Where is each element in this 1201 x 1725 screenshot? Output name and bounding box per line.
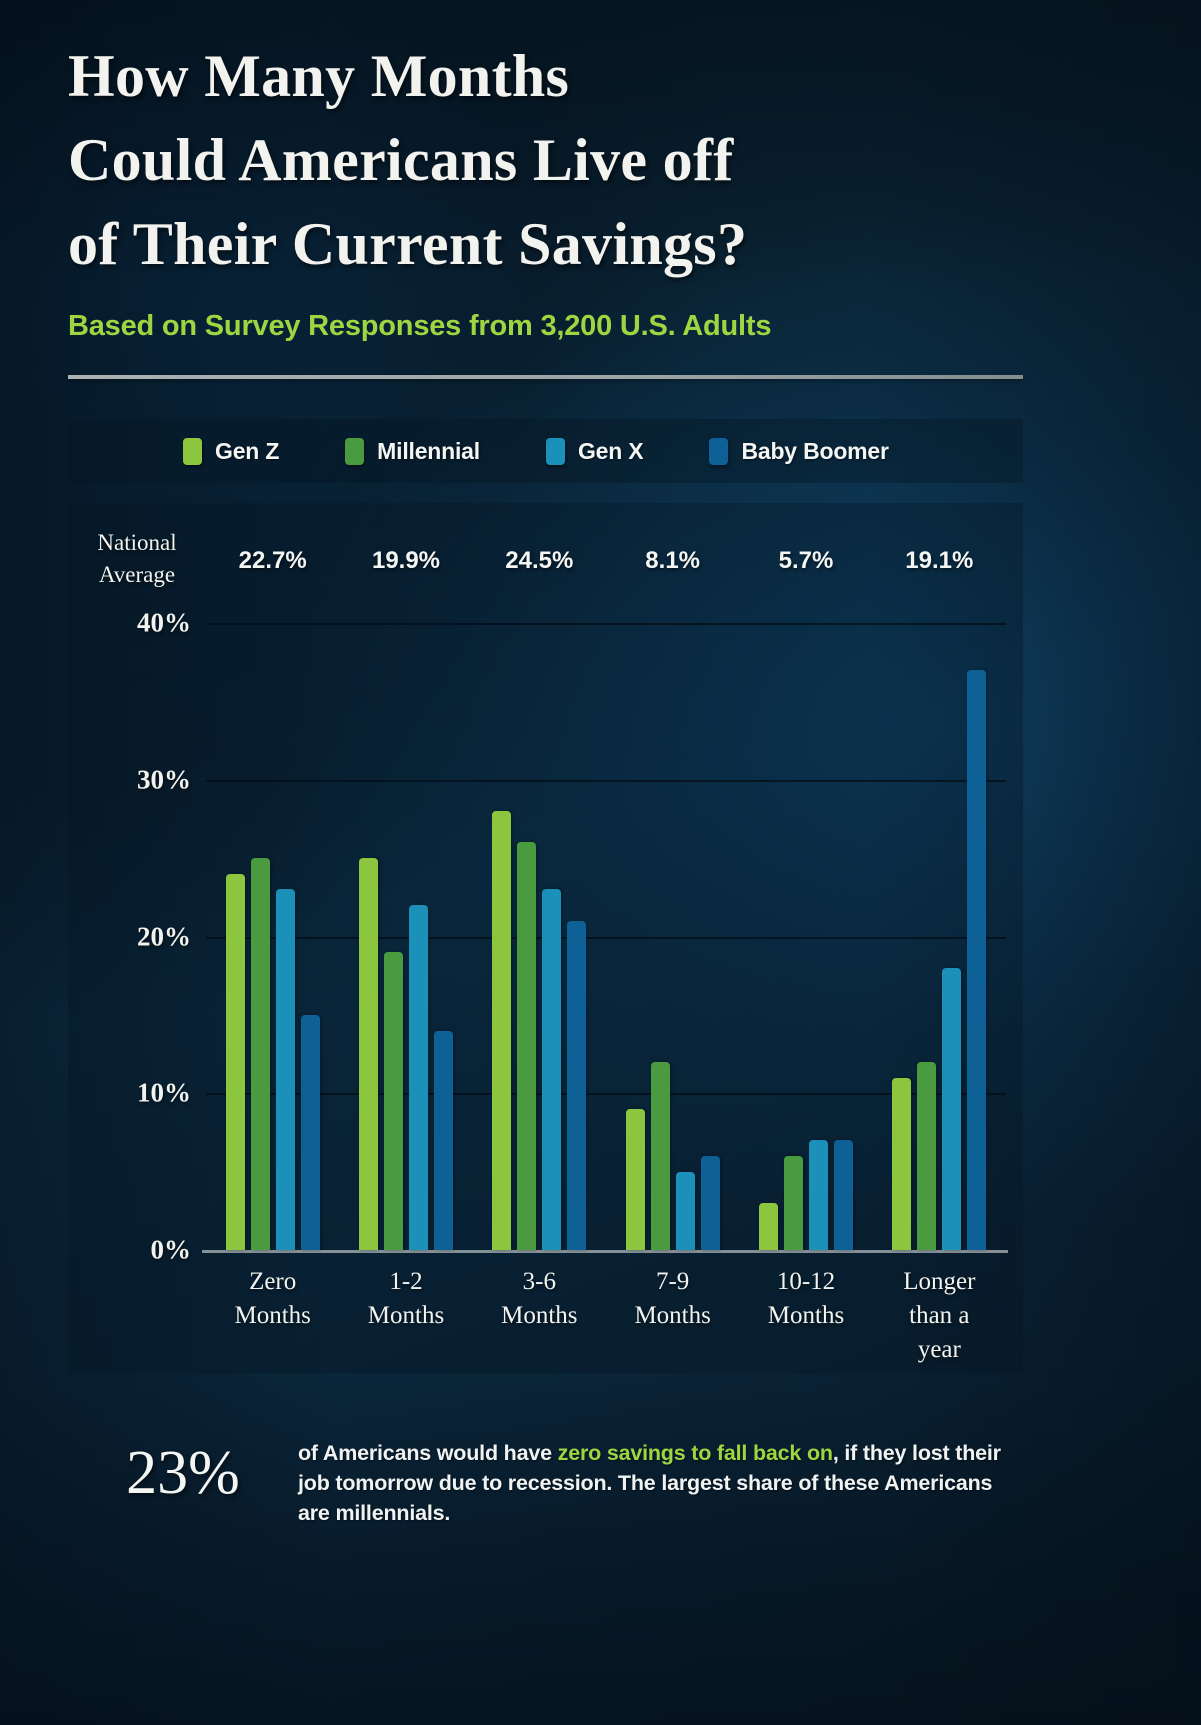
x-axis-label-line: Months — [634, 1302, 711, 1329]
chart-bar[interactable] — [225, 873, 245, 1250]
y-axis-tick-label: 10% — [137, 1077, 191, 1108]
chart-bar[interactable] — [700, 1155, 720, 1250]
national-average-label-line2: Average — [98, 562, 176, 587]
national-average-value: 5.7% — [778, 547, 834, 574]
legend-item-label: Gen X — [577, 437, 644, 464]
x-axis-label-line: 7-9 — [655, 1268, 690, 1295]
national-average-value: 19.9% — [371, 547, 441, 574]
x-axis-label-line: Months — [767, 1302, 845, 1329]
x-axis-category-label: Zero Months — [205, 1265, 341, 1333]
bar-group — [206, 623, 339, 1250]
chart-bar[interactable] — [808, 1140, 828, 1250]
national-average-value: 22.7% — [238, 547, 307, 574]
legend-item-label: Gen Z — [215, 437, 280, 464]
legend-item-label: Baby Boomer — [741, 437, 889, 464]
chart-bar[interactable] — [917, 1061, 937, 1250]
chart-bar[interactable] — [675, 1171, 695, 1250]
chart-bar[interactable] — [542, 889, 562, 1250]
y-axis-tick-label: 0% — [150, 1234, 192, 1265]
bar-group — [339, 623, 472, 1250]
x-axis-label-line: 10-12 — [776, 1268, 836, 1295]
chart-bar[interactable] — [967, 670, 987, 1250]
bar-group — [473, 623, 606, 1250]
legend-swatch-icon — [183, 437, 202, 465]
x-axis-label-line: than a — [909, 1302, 970, 1329]
page-title-line-1: How Many Months — [68, 43, 570, 109]
legend-swatch-icon — [709, 437, 729, 465]
x-axis-category-label: 7-9 Months — [605, 1265, 741, 1333]
national-average-row: National Average 22.7% 19.9% 24.5% 8.1% 5.7%… — [68, 525, 1023, 595]
x-axis-label-line: Longer — [903, 1268, 976, 1295]
x-axis-label-line: 1-2 — [389, 1268, 423, 1295]
x-axis-baseline — [202, 1250, 1008, 1253]
legend-item-label: Millennial — [377, 437, 480, 464]
y-axis-tick-label: 40% — [137, 607, 191, 638]
page-subtitle: Based on Survey Responses from 3,200 U.S… — [68, 310, 772, 342]
chart-bar[interactable] — [833, 1140, 853, 1250]
page-title-line-2: Could Americans Live off — [68, 127, 734, 193]
legend-swatch-icon — [545, 437, 565, 465]
x-axis-label-line: Months — [234, 1302, 311, 1329]
footer-description: of Americans would have zero savings to … — [298, 1425, 1023, 1528]
page-title-line-3: of Their Current Savings? — [68, 211, 748, 277]
legend-swatch-icon — [345, 437, 365, 465]
x-axis-label-line: year — [917, 1336, 961, 1363]
y-axis-tick-label: 30% — [137, 764, 191, 795]
footer-callout: 23% of Americans would have zero savings… — [68, 1425, 1023, 1575]
chart-bar[interactable] — [275, 889, 295, 1250]
footer-text-part1: of Americans would have — [298, 1441, 558, 1465]
x-axis-category-label: 3-6 Months — [471, 1265, 607, 1333]
bar-group — [606, 623, 739, 1250]
x-axis-category-label: 10-12 Months — [738, 1265, 874, 1333]
national-average-value: 24.5% — [505, 547, 574, 574]
legend-item-gen-z[interactable]: Gen Z — [183, 437, 280, 465]
national-average-value: 8.1% — [645, 547, 700, 574]
header: How Many Months Could Americans Live off… — [68, 34, 1028, 344]
x-axis-label-line: Zero — [249, 1268, 297, 1295]
chart-bar[interactable] — [517, 842, 537, 1250]
national-average-label: National Average — [74, 527, 200, 591]
x-axis-label-line: Months — [367, 1302, 445, 1329]
x-axis-category-label: 1-2 Months — [338, 1265, 474, 1333]
national-average-label-line1: National — [97, 530, 177, 555]
chart-bar[interactable] — [492, 811, 512, 1250]
legend-item-millennial[interactable]: Millennial — [345, 437, 480, 465]
national-average-value: 19.1% — [905, 547, 974, 574]
x-axis-label-line: 3-6 — [522, 1268, 556, 1295]
bar-group — [873, 623, 1006, 1250]
x-axis-label-line: Months — [501, 1302, 578, 1329]
chart-bar[interactable] — [358, 858, 378, 1250]
chart-bar[interactable] — [892, 1077, 912, 1250]
chart-plot-area: 0% 10% 20% 30% 40% Zero Months 1-2 Months 3-6 Mont… — [137, 608, 1008, 1363]
chart-bar[interactable] — [567, 920, 587, 1250]
chart-bar[interactable] — [383, 952, 403, 1250]
chart-bar[interactable] — [783, 1155, 803, 1250]
bar-group — [739, 623, 872, 1250]
chart-bar[interactable] — [300, 1014, 320, 1250]
chart-bar[interactable] — [942, 967, 962, 1250]
legend-item-gen-x[interactable]: Gen X — [545, 437, 644, 465]
chart-panel: National Average 22.7% 19.9% 24.5% 8.1% 5.7%… — [68, 503, 1023, 1373]
footer-stat-number: 23% — [126, 1439, 240, 1507]
chart-bar[interactable] — [650, 1061, 670, 1250]
x-axis-category-label: Longer than a year — [871, 1265, 1007, 1367]
footer-highlight: zero savings to fall back on — [557, 1441, 833, 1465]
legend-item-baby-boomer[interactable]: Baby Boomer — [709, 437, 889, 465]
chart-legend: Gen Z Millennial Gen X Baby Boomer — [68, 419, 1023, 483]
chart-bar[interactable] — [250, 858, 270, 1250]
chart-bar[interactable] — [433, 1030, 453, 1250]
header-divider — [68, 375, 1023, 379]
chart-bar[interactable] — [758, 1202, 778, 1250]
chart-bar[interactable] — [625, 1108, 645, 1250]
infographic-page: How Many Months Could Americans Live off… — [0, 0, 1201, 1725]
y-axis-tick-label: 20% — [137, 921, 191, 951]
chart-bar[interactable] — [408, 905, 428, 1250]
